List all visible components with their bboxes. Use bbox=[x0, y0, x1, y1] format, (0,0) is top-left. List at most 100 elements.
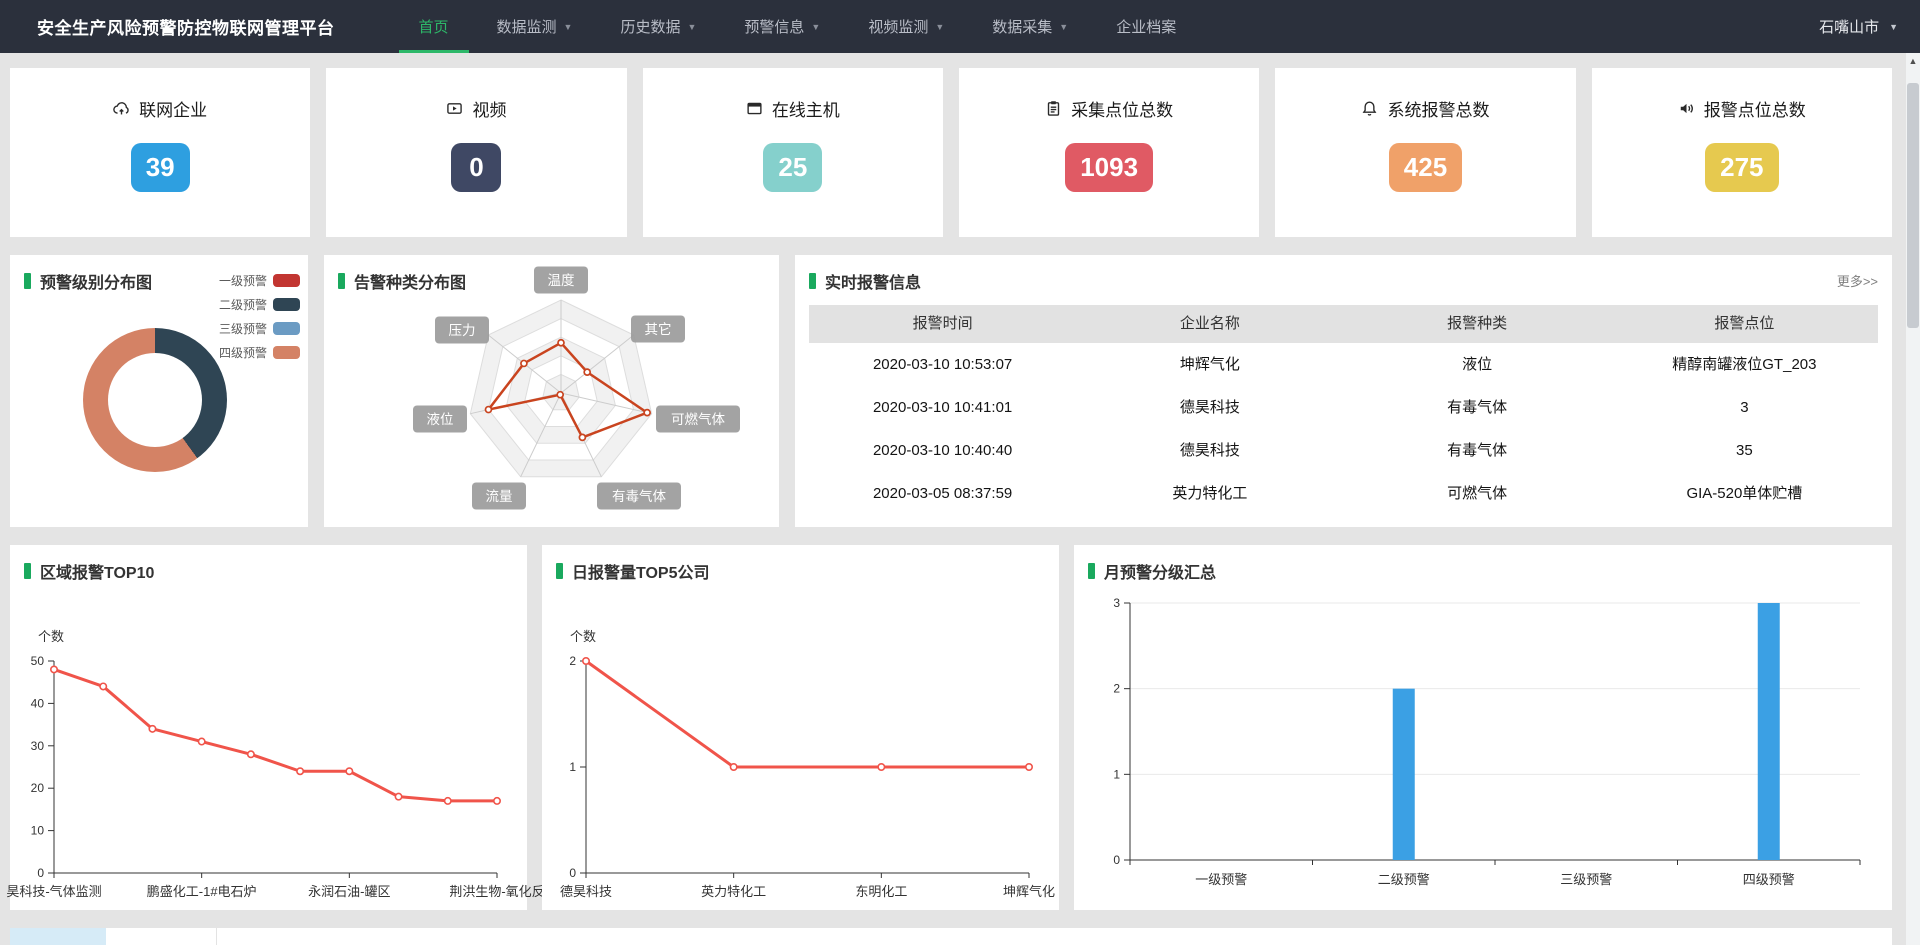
legend-item[interactable]: 二级预警 bbox=[219, 292, 300, 316]
chevron-down-icon: ▼ bbox=[564, 22, 573, 32]
stat-card-label: 系统报警总数 bbox=[1387, 96, 1489, 121]
svg-text:四级预警: 四级预警 bbox=[1743, 872, 1795, 887]
radar-axis-label: 其它 bbox=[631, 316, 685, 343]
nav-item-home[interactable]: 首页 bbox=[395, 0, 473, 53]
table-cell: 德昊科技 bbox=[1076, 386, 1343, 429]
table-cell: 坤辉气化 bbox=[1076, 343, 1343, 386]
nav-item-3[interactable]: 预警信息 ▼ bbox=[720, 0, 844, 53]
scrollbar-thumb[interactable] bbox=[1907, 83, 1919, 328]
svg-text:三级预警: 三级预警 bbox=[1560, 872, 1612, 887]
vertical-scrollbar[interactable]: ▲ bbox=[1906, 53, 1920, 945]
svg-text:0: 0 bbox=[569, 866, 576, 880]
table-row[interactable]: 2020-03-10 10:40:40德昊科技有毒气体35 bbox=[809, 429, 1878, 472]
svg-text:可燃气体: 可燃气体 bbox=[671, 411, 725, 427]
stat-card-value: 425 bbox=[1389, 143, 1462, 192]
table-cell: 有毒气体 bbox=[1344, 429, 1611, 472]
panel-region-top10: 区域报警TOP10 个数01020304050昊科技-气体监测鹏盛化工-1#电石… bbox=[10, 545, 527, 910]
nav-item-6[interactable]: 企业档案 bbox=[1092, 0, 1200, 53]
panel-title: 区域报警TOP10 bbox=[24, 559, 154, 583]
svg-text:20: 20 bbox=[31, 781, 45, 795]
monthly-summary-bar-chart: 0123一级预警二级预警三级预警四级预警 bbox=[1074, 545, 1892, 910]
table-cell: 可燃气体 bbox=[1344, 472, 1611, 515]
legend-label: 一级预警 bbox=[219, 272, 267, 289]
more-link[interactable]: 更多>> bbox=[1837, 271, 1878, 290]
panel-title: 实时报警信息 bbox=[809, 269, 921, 293]
stat-card-4: 系统报警总数 425 bbox=[1275, 68, 1575, 237]
stat-card-head: 联网企业 bbox=[113, 96, 207, 121]
region-top10-line-chart: 个数01020304050昊科技-气体监测鹏盛化工-1#电石炉永润石油-罐区荆洪… bbox=[10, 545, 527, 910]
svg-text:英力特化工: 英力特化工 bbox=[701, 884, 766, 899]
stat-card-head: 在线主机 bbox=[746, 96, 840, 121]
svg-text:2: 2 bbox=[569, 654, 576, 668]
table-body: 2020-03-10 10:53:07坤辉气化液位精醇南罐液位GT_203202… bbox=[809, 343, 1878, 515]
radar-axis-label: 可燃气体 bbox=[656, 406, 740, 433]
legend-item[interactable]: 三级预警 bbox=[219, 316, 300, 340]
panel-title-text: 月预警分级汇总 bbox=[1104, 559, 1216, 583]
svg-text:40: 40 bbox=[31, 696, 45, 710]
legend-label: 四级预警 bbox=[219, 344, 267, 361]
scroll-up-icon[interactable]: ▲ bbox=[1906, 53, 1920, 69]
nav-item-4[interactable]: 视频监测▼ bbox=[844, 0, 968, 53]
stat-card-head: 系统报警总数 bbox=[1361, 96, 1489, 121]
nav-item-label: 数据采集 bbox=[992, 16, 1052, 37]
nav-item-1[interactable]: 数据监测▼ bbox=[473, 0, 597, 53]
middle-row: 预警级别分布图 一级预警二级预警三级预警四级预警 告警种类分布图 温度其它可燃气… bbox=[10, 255, 1892, 527]
nav-item-label: 企业档案 bbox=[1116, 16, 1176, 37]
svg-text:0: 0 bbox=[37, 866, 44, 880]
legend-item[interactable]: 四级预警 bbox=[219, 340, 300, 364]
footer-accent-block bbox=[10, 928, 106, 945]
chevron-down-icon: ▼ bbox=[1889, 22, 1898, 32]
svg-text:10: 10 bbox=[31, 824, 45, 838]
realtime-alarm-table: 报警时间企业名称报警种类报警点位 2020-03-10 10:53:07坤辉气化… bbox=[809, 305, 1878, 515]
radar-axis-label: 液位 bbox=[413, 406, 467, 433]
stat-card-label: 采集点位总数 bbox=[1071, 96, 1173, 121]
chevron-down-icon: ▼ bbox=[811, 22, 820, 32]
svg-text:东明化工: 东明化工 bbox=[855, 884, 907, 899]
table-cell: 2020-03-10 10:53:07 bbox=[809, 343, 1076, 386]
legend-swatch bbox=[273, 274, 300, 287]
region-label: 石嘴山市 bbox=[1819, 16, 1879, 37]
table-row[interactable]: 2020-03-10 10:53:07坤辉气化液位精醇南罐液位GT_203 bbox=[809, 343, 1878, 386]
table-cell: 35 bbox=[1611, 429, 1878, 472]
nav-item-label: 预警信息 bbox=[744, 16, 804, 37]
radar-axis-label: 压力 bbox=[435, 317, 489, 344]
stat-card-5: 报警点位总数275 bbox=[1592, 68, 1892, 237]
table-cell: 液位 bbox=[1344, 343, 1611, 386]
table-cell: 2020-03-10 10:41:01 bbox=[809, 386, 1076, 429]
svg-text:德昊科技: 德昊科技 bbox=[560, 884, 612, 899]
cloud-upload-icon bbox=[113, 100, 130, 117]
chevron-down-icon: ▼ bbox=[687, 22, 696, 32]
speaker-icon bbox=[1678, 100, 1695, 117]
legend-item[interactable]: 一级预警 bbox=[219, 268, 300, 292]
nav-item-5[interactable]: 数据采集▼ bbox=[968, 0, 1092, 53]
svg-text:0: 0 bbox=[1113, 853, 1120, 867]
panel-warning-level: 预警级别分布图 一级预警二级预警三级预警四级预警 bbox=[10, 255, 308, 527]
top-nav: 安全生产风险预警防控物联网管理平台 首页数据监测▼历史数据▼预警信息▼视频监测▼… bbox=[0, 0, 1920, 53]
bottom-row: 区域报警TOP10 个数01020304050昊科技-气体监测鹏盛化工-1#电石… bbox=[10, 545, 1892, 910]
stat-card-head: 采集点位总数 bbox=[1045, 96, 1173, 121]
stat-card-head: 视频 bbox=[446, 96, 506, 121]
svg-text:其它: 其它 bbox=[645, 321, 672, 337]
svg-text:个数: 个数 bbox=[38, 629, 64, 644]
region-selector[interactable]: 石嘴山市 ▼ bbox=[1819, 16, 1898, 37]
svg-text:流量: 流量 bbox=[486, 489, 513, 504]
stat-card-head: 报警点位总数 bbox=[1678, 96, 1806, 121]
table-cell: 3 bbox=[1611, 386, 1878, 429]
table-row[interactable]: 2020-03-10 10:41:01德昊科技有毒气体3 bbox=[809, 386, 1878, 429]
host-icon bbox=[746, 100, 763, 117]
svg-text:二级预警: 二级预警 bbox=[1378, 872, 1430, 887]
table-row[interactable]: 2020-03-05 08:37:59英力特化工可燃气体GIA-520单体贮槽 bbox=[809, 472, 1878, 515]
svg-text:温度: 温度 bbox=[548, 273, 575, 288]
donut-legend: 一级预警二级预警三级预警四级预警 bbox=[219, 268, 300, 364]
svg-text:永润石油-罐区: 永润石油-罐区 bbox=[308, 884, 390, 899]
chevron-down-icon: ▼ bbox=[935, 22, 944, 32]
title-marker bbox=[556, 563, 563, 579]
stat-card-label: 报警点位总数 bbox=[1704, 96, 1806, 121]
panel-title-text: 告警种类分布图 bbox=[354, 269, 466, 293]
panel-title: 日报警量TOP5公司 bbox=[556, 559, 710, 583]
table-cell: 2020-03-05 08:37:59 bbox=[809, 472, 1076, 515]
panel-title-text: 预警级别分布图 bbox=[40, 269, 152, 293]
legend-swatch bbox=[273, 298, 300, 311]
nav-item-2[interactable]: 历史数据▼ bbox=[596, 0, 720, 53]
table-header-cell: 报警时间 bbox=[809, 305, 1076, 343]
